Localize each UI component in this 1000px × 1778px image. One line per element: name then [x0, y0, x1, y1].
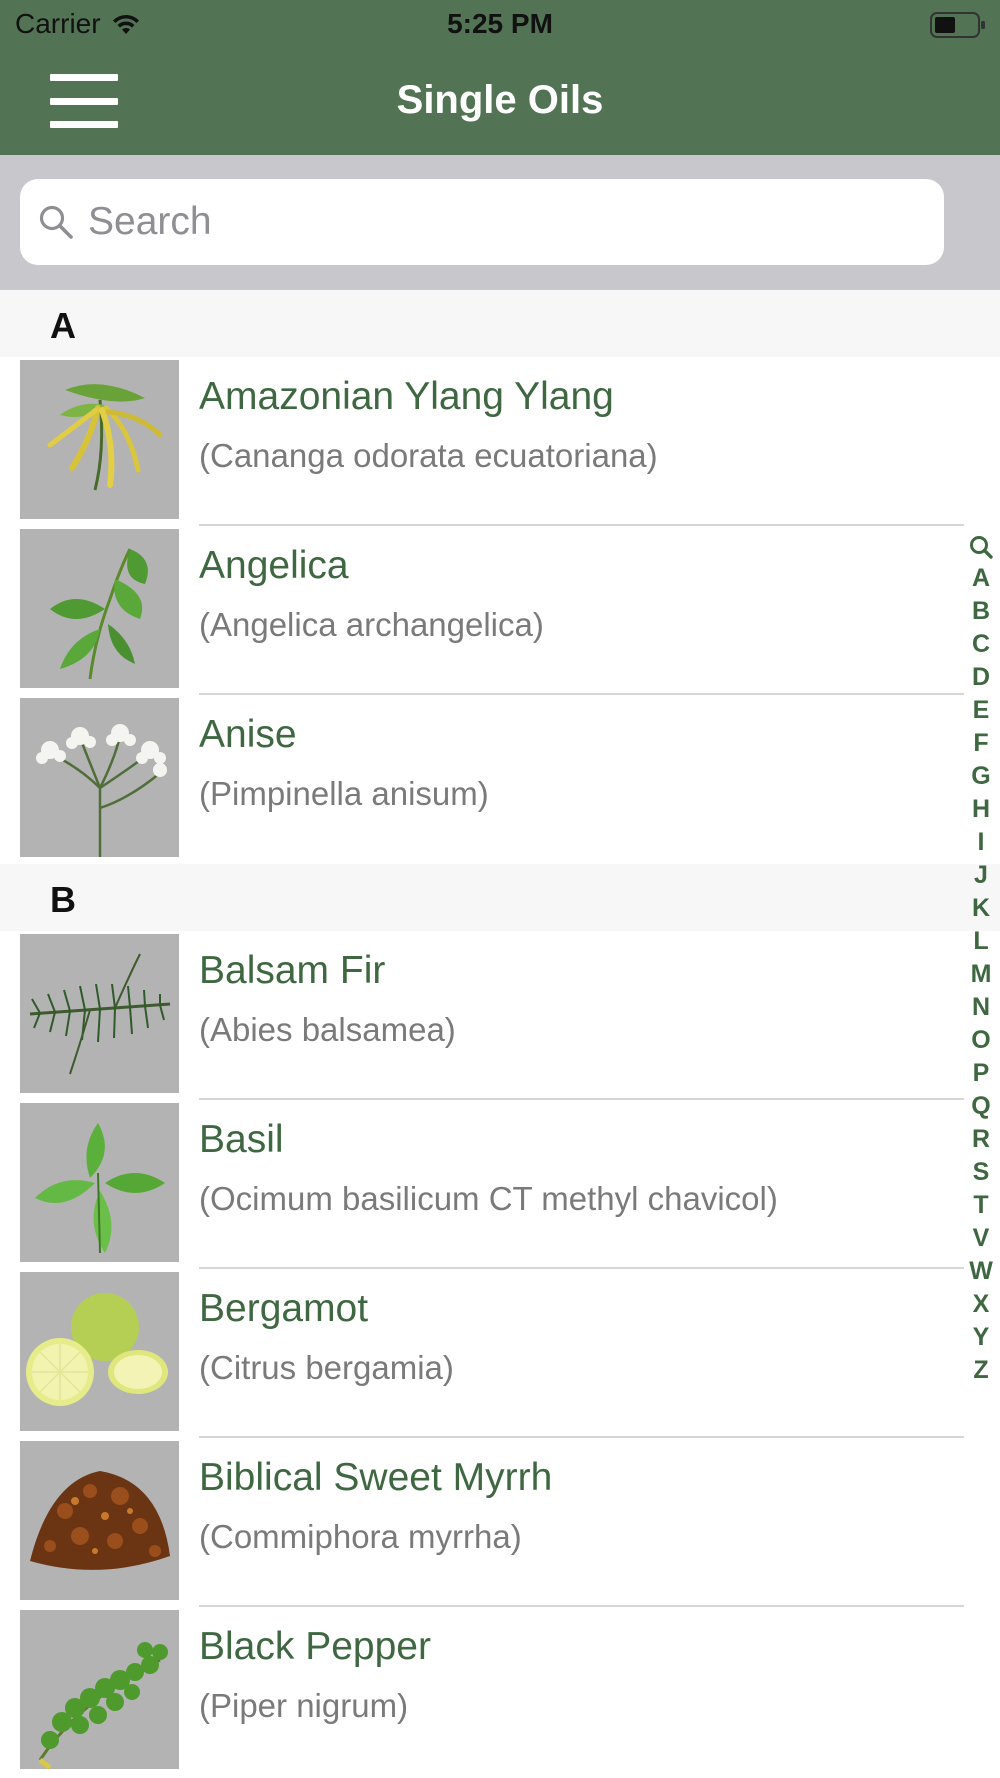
oil-latin-name: (Pimpinella anisum)	[199, 775, 489, 812]
oil-name: Anise	[199, 713, 297, 756]
search-bar	[0, 155, 1000, 290]
bergamot-fruit-image	[20, 1272, 179, 1431]
index-letter[interactable]: B	[972, 595, 990, 628]
black-pepper-berries-image	[20, 1610, 179, 1769]
oil-latin-name: (Commiphora myrrha)	[199, 1518, 522, 1555]
battery-icon	[930, 12, 986, 38]
oil-latin-name: (Ocimum basilicum CT methyl chavicol)	[199, 1180, 778, 1217]
angelica-leaf-image	[20, 529, 179, 688]
oil-latin-name: (Citrus bergamia)	[199, 1349, 454, 1386]
status-bar: Carrier 5:25 PM	[0, 0, 1000, 50]
index-letter[interactable]: Z	[973, 1354, 988, 1387]
oil-latin-name: (Cananga odorata ecuatoriana)	[199, 437, 658, 474]
search-icon	[39, 205, 73, 239]
oil-latin-name: (Piper nigrum)	[199, 1687, 409, 1724]
index-letter[interactable]: E	[973, 694, 990, 727]
list-item[interactable]: Bergamot (Citrus bergamia)	[0, 1269, 1000, 1438]
section-header-a: A	[0, 290, 1000, 357]
index-letter[interactable]: Y	[973, 1321, 990, 1354]
index-letter[interactable]: N	[972, 991, 990, 1024]
index-letter[interactable]: G	[971, 760, 990, 793]
status-time: 5:25 PM	[447, 8, 553, 39]
index-letter[interactable]: Q	[971, 1090, 990, 1123]
oil-name: Balsam Fir	[199, 949, 386, 992]
balsam-fir-branch-image	[20, 934, 179, 1093]
index-letter[interactable]: F	[973, 727, 988, 760]
navigation-bar: Carrier 5:25 PM Single Oils	[0, 0, 1000, 155]
index-letter[interactable]: V	[973, 1222, 990, 1255]
section-index[interactable]: A B C D E F G H I J K L M N O P Q R S T …	[962, 532, 1000, 1387]
index-letter[interactable]: H	[972, 793, 990, 826]
index-letter[interactable]: S	[973, 1156, 990, 1189]
ylang-ylang-flower-image	[20, 360, 179, 519]
oil-name: Bergamot	[199, 1287, 369, 1330]
index-letter[interactable]: I	[978, 826, 985, 859]
index-letter[interactable]: P	[973, 1057, 990, 1090]
index-letter[interactable]: K	[972, 892, 990, 925]
index-letter[interactable]: M	[971, 958, 992, 991]
basil-leaves-image	[20, 1103, 179, 1262]
index-letter[interactable]: L	[973, 925, 988, 958]
page-title: Single Oils	[396, 78, 604, 122]
list-item[interactable]: Black Pepper (Piper nigrum)	[0, 1607, 1000, 1776]
index-letter[interactable]: T	[973, 1189, 988, 1222]
oil-name: Black Pepper	[199, 1625, 431, 1668]
index-letter[interactable]: O	[971, 1024, 990, 1057]
search-field[interactable]	[20, 179, 944, 265]
index-letter[interactable]: A	[972, 562, 990, 595]
list-item[interactable]: Anise (Pimpinella anisum)	[0, 695, 1000, 864]
oil-latin-name: (Angelica archangelica)	[199, 606, 544, 643]
oil-name: Basil	[199, 1118, 284, 1161]
search-input[interactable]	[88, 200, 908, 244]
list-item[interactable]: Amazonian Ylang Ylang (Cananga odorata e…	[0, 357, 1000, 526]
index-letter[interactable]: W	[969, 1255, 993, 1288]
index-search-icon[interactable]	[968, 532, 994, 562]
oil-name: Amazonian Ylang Ylang	[199, 375, 614, 418]
list-item[interactable]: Biblical Sweet Myrrh (Commiphora myrrha)	[0, 1438, 1000, 1607]
index-letter[interactable]: X	[973, 1288, 990, 1321]
anise-flower-image	[20, 698, 179, 857]
index-letter[interactable]: C	[972, 628, 990, 661]
oil-name: Biblical Sweet Myrrh	[199, 1456, 553, 1499]
index-letter[interactable]: R	[972, 1123, 990, 1156]
list-item[interactable]: Angelica (Angelica archangelica)	[0, 526, 1000, 695]
section-header-b: B	[0, 864, 1000, 931]
index-letter[interactable]: J	[974, 859, 988, 892]
list-item[interactable]: Basil (Ocimum basilicum CT methyl chavic…	[0, 1100, 1000, 1269]
index-letter[interactable]: D	[972, 661, 990, 694]
list-item[interactable]: Balsam Fir (Abies balsamea)	[0, 931, 1000, 1100]
myrrh-resin-image	[20, 1441, 179, 1600]
oil-name: Angelica	[199, 544, 349, 587]
oils-list: A Amazonian Ylang Ylang (Cananga odorata…	[0, 290, 1000, 1776]
oil-latin-name: (Abies balsamea)	[199, 1011, 456, 1048]
